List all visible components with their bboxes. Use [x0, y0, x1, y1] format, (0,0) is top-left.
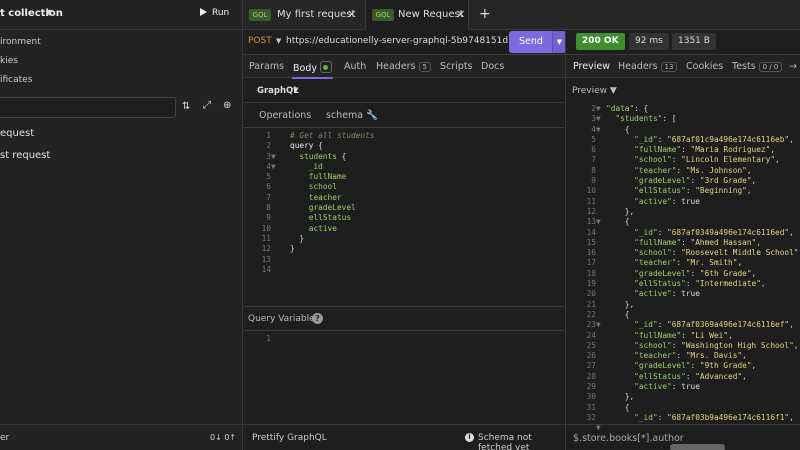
- add-circle-icon[interactable]: ⊕: [223, 100, 231, 111]
- caret-down-icon: ▼: [609, 86, 617, 96]
- send-button[interactable]: Send: [509, 31, 553, 53]
- sidebar-link-cookies[interactable]: kies: [0, 56, 18, 66]
- response-footer: $.store.books[*].author: [565, 424, 800, 450]
- gql-badge: GQL: [249, 9, 271, 21]
- tests-count-badge: 0 / 0: [758, 62, 783, 72]
- sidebar-request-item[interactable]: st request: [0, 150, 50, 161]
- sidebar-header: t collection ▼ Run: [0, 0, 242, 30]
- response-size-badge: 1351 B: [672, 33, 716, 50]
- sidebar-link-certificates[interactable]: ificates: [0, 75, 32, 85]
- send-options-caret-icon[interactable]: ▼: [552, 31, 566, 53]
- preview-mode-label: Preview: [572, 86, 608, 96]
- response-subtabs: Preview Headers 13 Cookies Tests 0 / 0 →: [565, 54, 800, 78]
- response-status-bar: 200 OK 92 ms 1351 B: [565, 30, 800, 54]
- tab-headers-label: Headers: [376, 61, 416, 72]
- help-icon[interactable]: ?: [312, 313, 323, 324]
- tab-cookies[interactable]: Cookies: [686, 61, 723, 72]
- run-label: Run: [212, 8, 230, 18]
- sidebar: t collection ▼ Run ironment kies ificate…: [0, 0, 243, 450]
- query-editor[interactable]: # Get all students query { students { _i…: [290, 131, 375, 265]
- fold-markers[interactable]: ▼ ▼: [271, 131, 279, 172]
- tab-scripts[interactable]: Scripts: [440, 61, 473, 72]
- tab-body-label: Body: [293, 63, 317, 74]
- tab-new-request[interactable]: GQL New Request ✕: [365, 0, 469, 30]
- headers-count-badge: 5: [418, 62, 432, 72]
- sync-status[interactable]: 0↓ 0↑: [210, 433, 236, 442]
- tab-operations[interactable]: Operations: [259, 110, 311, 121]
- tab-params[interactable]: Params: [249, 61, 284, 72]
- tab-response-headers[interactable]: Headers 13: [618, 61, 678, 72]
- response-line-numbers: 2 3 4 5 6 7 8 9 10 11 12 13 14 15 16 17 …: [586, 104, 596, 422]
- gql-badge: GQL: [372, 9, 394, 21]
- response-viewer: "data": { "students": [ { "_id": "687af0…: [606, 104, 800, 422]
- collection-title[interactable]: t collection: [0, 8, 63, 19]
- tab-docs[interactable]: Docs: [481, 61, 504, 72]
- status-badge: 200 OK: [576, 33, 625, 50]
- info-icon: i: [465, 433, 474, 442]
- horizontal-scrollbar[interactable]: [670, 444, 725, 450]
- tab-schema[interactable]: schema 🔧: [326, 110, 378, 121]
- request-subtabs: Params Body Auth Headers 5 Scripts Docs: [243, 54, 565, 79]
- headers-count-badge: 13: [660, 62, 678, 72]
- sidebar-link-environment[interactable]: ironment: [0, 37, 41, 47]
- tab-my-first-request[interactable]: GQL My first request ✕: [243, 0, 365, 30]
- arrow-right-icon[interactable]: →: [789, 61, 797, 72]
- tab-schema-label: schema: [326, 110, 364, 121]
- close-icon[interactable]: ✕: [347, 8, 356, 21]
- response-time-badge: 92 ms: [629, 33, 669, 50]
- graphql-subtabs: Operations schema 🔧: [243, 103, 565, 128]
- wrench-icon: 🔧: [366, 110, 378, 121]
- fold-markers[interactable]: ▼ ▼ ▼ ▼ ▼ ▼: [596, 104, 604, 434]
- url-bar: POST ▼ https://educationelly-server-grap…: [243, 30, 566, 54]
- play-icon: [200, 8, 207, 16]
- query-variables-header[interactable]: Query Variables ?: [243, 306, 565, 331]
- caret-down-icon[interactable]: ▼: [276, 37, 281, 45]
- query-variables-label: Query Variables: [248, 314, 320, 324]
- tab-label: New Request: [398, 9, 464, 20]
- tab-response-headers-label: Headers: [618, 61, 658, 72]
- tab-auth[interactable]: Auth: [344, 61, 366, 72]
- method-select[interactable]: POST: [248, 36, 272, 46]
- schema-status-text: Schema not fetched yet: [478, 433, 532, 450]
- tab-preview[interactable]: Preview: [573, 61, 610, 72]
- tab-tests[interactable]: Tests 0 / 0: [732, 61, 783, 72]
- prettify-button[interactable]: Prettify GraphQL: [252, 433, 327, 443]
- body-mode-row: GraphQL ▼: [243, 78, 565, 103]
- status-dot-icon: [319, 61, 332, 73]
- sidebar-footer: er 0↓ 0↑: [0, 424, 243, 450]
- filter-input[interactable]: [0, 97, 176, 118]
- tab-headers[interactable]: Headers 5: [376, 61, 432, 72]
- run-button[interactable]: Run: [200, 8, 229, 18]
- url-input[interactable]: https://educationelly-server-graphql-5b9…: [286, 36, 508, 46]
- sidebar-footer-text[interactable]: er: [0, 433, 9, 443]
- sidebar-request-item[interactable]: equest: [0, 128, 34, 139]
- expand-icon[interactable]: ⤢: [203, 100, 211, 111]
- query-line-numbers: 1 2 3 4 5 6 7 8 9 10 11 12 13 14: [261, 131, 271, 274]
- caret-down-icon[interactable]: ▼: [293, 86, 298, 94]
- variables-line-numbers: 1: [266, 334, 271, 343]
- response-filter-input[interactable]: $.store.books[*].author: [573, 433, 684, 444]
- caret-down-icon[interactable]: ▼: [46, 8, 52, 17]
- preview-mode-select[interactable]: Preview ▼: [572, 86, 617, 96]
- add-tab-icon[interactable]: +: [479, 6, 491, 22]
- close-icon[interactable]: ✕: [456, 8, 465, 21]
- sort-icon[interactable]: ⇅: [182, 101, 190, 112]
- tab-body[interactable]: Body: [293, 61, 332, 74]
- request-footer: Prettify GraphQL i Schema not fetched ye…: [243, 424, 565, 450]
- request-tab-bar: GQL My first request ✕ GQL New Request ✕…: [243, 0, 800, 30]
- tab-tests-label: Tests: [732, 61, 756, 72]
- tab-label: My first request: [277, 9, 356, 20]
